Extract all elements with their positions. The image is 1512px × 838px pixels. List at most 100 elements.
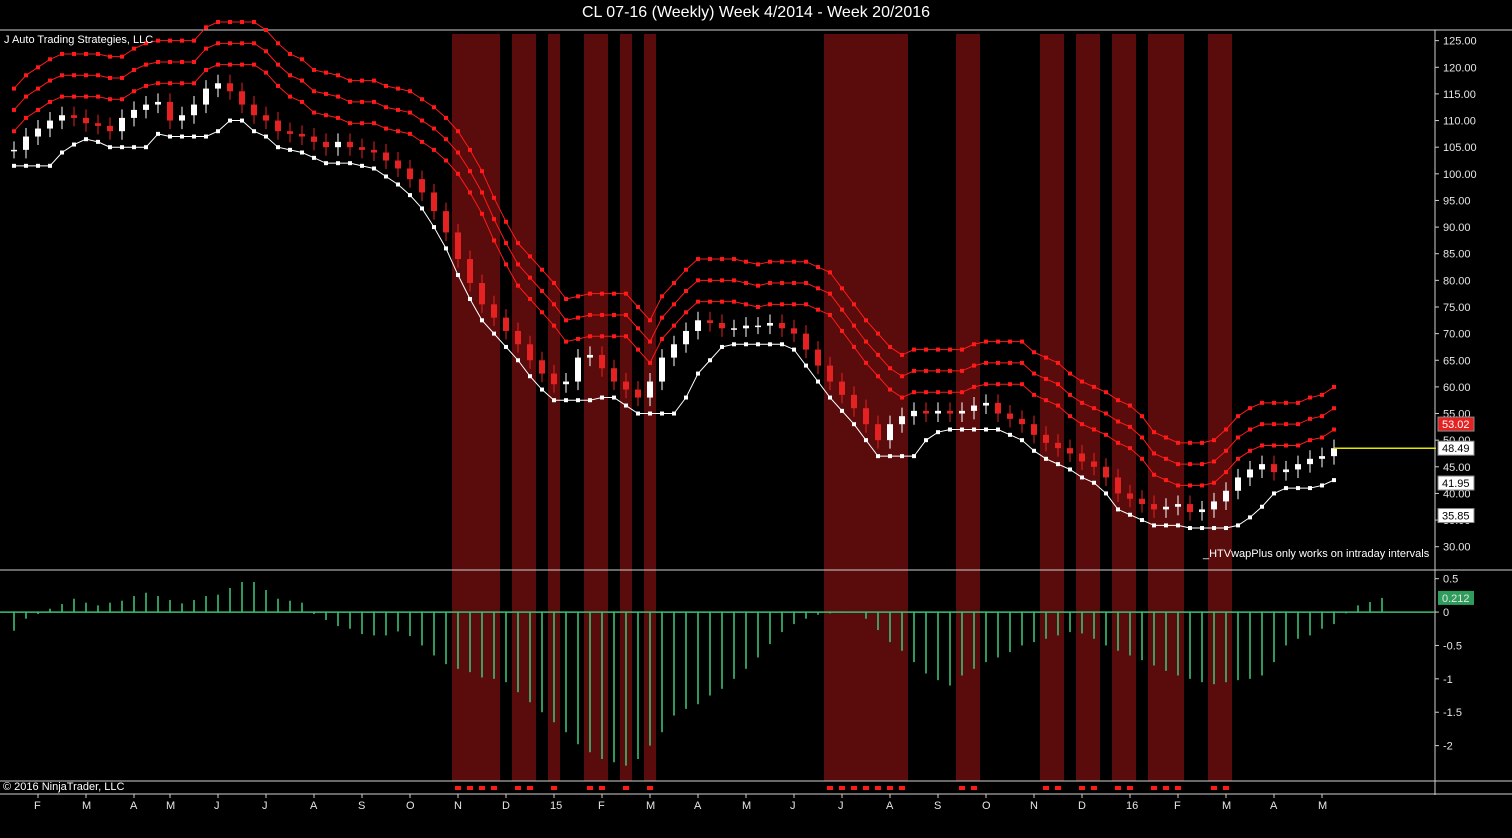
lower-band-1-dot: [984, 427, 988, 432]
signal-marker: [479, 786, 485, 790]
signal-marker: [1043, 786, 1049, 790]
upper-band-3-dot: [1224, 427, 1228, 432]
lower-band-1-dot: [1332, 478, 1336, 483]
upper-band-3-dot: [1044, 355, 1048, 360]
upper-band-2-dot: [1248, 427, 1252, 432]
lower-band-1-dot: [324, 161, 328, 166]
upper-band-2-dot: [1152, 451, 1156, 456]
candle-body: [1295, 464, 1301, 470]
upper-band-1-dot: [780, 302, 784, 307]
lower-band-1-dot: [912, 454, 916, 459]
upper-band-3-dot: [84, 51, 88, 56]
candle-body: [695, 320, 701, 331]
lower-band-1-dot: [468, 297, 472, 301]
lower-band-1-dot: [744, 342, 748, 347]
lower-band-1-dot: [720, 344, 724, 349]
upper-band-1-dot: [708, 299, 712, 304]
upper-band-1-dot: [1032, 392, 1036, 397]
upper-band-1-dot: [648, 360, 652, 365]
candle-body: [263, 115, 269, 121]
time-tick-label: N: [454, 800, 462, 812]
candle-body: [671, 344, 677, 358]
lower-band-1-dot: [864, 438, 868, 443]
upper-band-1-dot: [1188, 483, 1192, 488]
candle-body: [1079, 453, 1085, 462]
candle-body: [1211, 501, 1217, 510]
price-tick-label: 70.00: [1443, 329, 1471, 341]
upper-band-1-dot: [252, 62, 256, 67]
price-tick-label: 110.00: [1443, 116, 1476, 128]
upper-band-3-dot: [312, 67, 316, 72]
upper-band-2-dot: [264, 49, 268, 54]
candle-body: [1283, 469, 1289, 473]
candle-body: [563, 381, 569, 385]
time-tick-label: M: [742, 800, 751, 812]
upper-band-2-dot: [900, 374, 904, 379]
signal-marker: [863, 786, 869, 790]
candle-body: [107, 125, 113, 132]
signal-marker: [1151, 786, 1157, 790]
lower-band-1-dot: [240, 118, 244, 123]
upper-band-3-dot: [288, 51, 292, 56]
upper-band-3-dot: [744, 259, 748, 264]
upper-band-3-dot: [12, 86, 16, 91]
upper-band-2-dot: [1284, 422, 1288, 427]
upper-band-2-dot: [612, 312, 616, 317]
upper-band-1-dot: [1260, 443, 1264, 448]
time-tick-label: 16: [1126, 800, 1138, 812]
upper-band-1-dot: [564, 339, 568, 344]
shaded-region: [1076, 34, 1100, 781]
lower-band-1-dot: [444, 246, 448, 251]
lower-band-1-dot: [660, 411, 664, 416]
candle-body: [1091, 461, 1097, 467]
signal-marker: [1223, 786, 1229, 790]
candle-body: [11, 149, 17, 152]
lower-band-1-dot: [1284, 486, 1288, 491]
upper-band-3-dot: [72, 51, 76, 56]
lower-band-1-dot: [228, 118, 232, 123]
upper-band-1-dot: [84, 94, 88, 99]
candle-body: [839, 381, 845, 395]
upper-band-3-dot: [1212, 438, 1216, 443]
upper-band-2-dot: [1044, 376, 1048, 381]
upper-band-1-dot: [156, 81, 160, 86]
signal-marker: [551, 786, 557, 790]
candle-body: [791, 328, 797, 334]
upper-band-2-dot: [1008, 360, 1012, 365]
signal-marker: [1079, 786, 1085, 790]
chart-canvas[interactable]: 125.00 120.00 115.00 110.00 105.00 100.00 95.0…: [0, 0, 1512, 838]
lower-band-1-dot: [624, 403, 628, 408]
lower-band-1-dot: [396, 182, 400, 187]
upper-band-1-dot: [792, 302, 796, 307]
upper-band-3-dot: [624, 291, 628, 296]
upper-band-1-dot: [456, 171, 460, 176]
upper-band-3-dot: [660, 294, 664, 299]
lower-band-1-dot: [732, 342, 736, 347]
upper-band-2-dot: [780, 281, 784, 286]
lower-band-1-dot: [1128, 512, 1132, 517]
upper-band-3-dot: [1092, 384, 1096, 389]
time-tick-label: F: [34, 800, 41, 812]
upper-band-2-dot: [744, 281, 748, 286]
upper-band-1-dot: [636, 347, 640, 352]
candle-body: [983, 402, 989, 406]
signal-marker: [491, 786, 497, 790]
upper-band-3-dot: [1008, 339, 1012, 344]
upper-band-1-dot: [528, 297, 532, 301]
candle-body: [899, 416, 905, 425]
candle-body: [299, 133, 305, 137]
upper-band-2-dot: [768, 281, 772, 286]
lower-band-1-dot: [888, 454, 892, 459]
upper-band-3-dot: [684, 267, 688, 272]
upper-band-2-dot: [1080, 400, 1084, 405]
candle-body: [527, 344, 533, 361]
upper-band-3-dot: [24, 73, 28, 78]
price-tick-label: 45.00: [1443, 462, 1471, 474]
candle-body: [659, 357, 665, 382]
upper-band-2-dot: [156, 59, 160, 64]
upper-band-2-dot: [420, 118, 424, 123]
lower-band-1-dot: [516, 358, 520, 363]
upper-band-1-dot: [972, 384, 976, 389]
lower-band-1-dot: [180, 134, 184, 139]
upper-band-1-dot: [384, 126, 388, 131]
